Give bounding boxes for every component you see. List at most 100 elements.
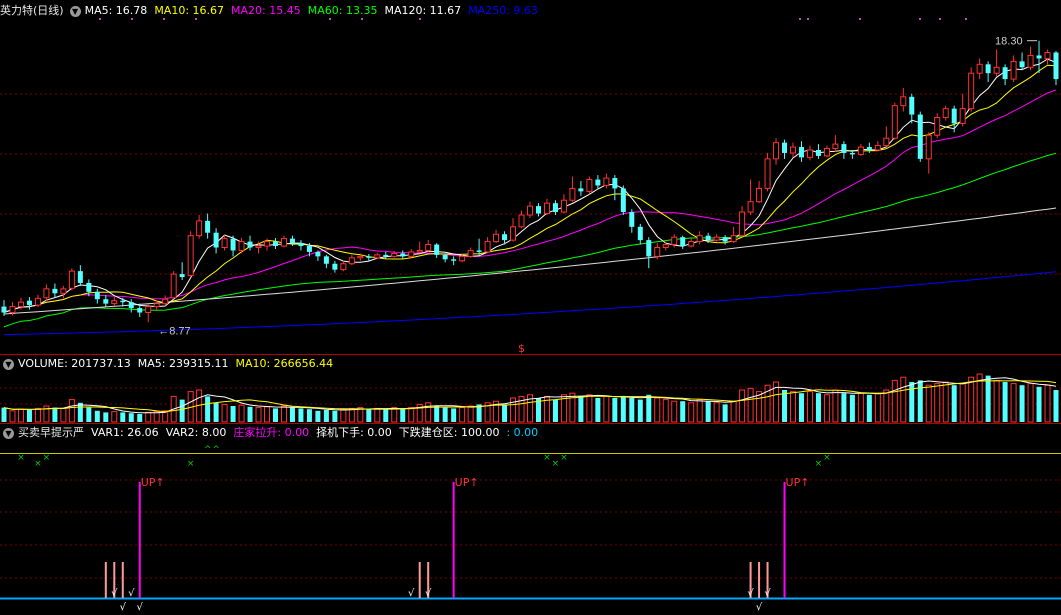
volume-bar [221,403,228,423]
candle-body [985,64,991,74]
cross-mark: × [187,459,195,469]
candle-body [603,177,610,186]
volume-bar [688,402,695,423]
chevron-down-icon[interactable]: ▼ [3,358,14,370]
volume-bar [213,402,219,422]
candle-body [722,237,728,242]
candle-body [128,302,134,309]
candle-body [86,282,92,292]
volume-legend: VOLUME: 201737.13 MA5: 239315.11 MA10: 266… [18,356,340,372]
volume-bar [459,407,466,423]
candle-body [60,288,67,294]
volume-bar [603,395,610,423]
candle-body [823,148,830,157]
volume-bar [383,409,389,422]
ma10-line [3,64,1057,313]
candle-body [434,244,440,255]
volume-bar [866,394,872,422]
candle-body [1019,61,1025,68]
top-dot-marker [859,18,861,20]
cross-mark: × [43,453,51,463]
candle-body [357,255,364,259]
volume-bar [332,410,338,422]
volume-bar [9,410,16,423]
volume-bar [747,387,754,423]
volume-bar [26,410,32,422]
wave-mark: ^ [204,445,212,455]
volume-bar [646,394,652,422]
wave-mark: ^ [212,445,220,455]
candle-body [425,244,432,251]
candle-body [798,147,804,158]
volume-bar [874,392,881,423]
candle-body [730,235,737,243]
volume-legend-item: MA10: 266656.44 [235,357,334,370]
ma60-line [3,152,1057,328]
candle-body [68,270,75,289]
volume-bar [205,396,211,422]
candle-body [213,232,219,248]
candle-body [9,306,16,314]
top-dot-marker [939,18,941,20]
indicator-legend-item: 庄家拉升: 0.00 [233,426,310,439]
volume-bar [662,399,669,423]
volume-bar [917,380,923,422]
candle-body [408,251,415,257]
candle-body [26,300,32,306]
candle-body [976,63,983,74]
volume-bar [17,408,24,423]
volume-bar [315,410,321,422]
up-signal-label: UP↑ [141,476,165,489]
candle-body [1036,55,1042,59]
candle-body [459,255,466,262]
volume-bar [502,404,508,422]
volume-bar [1053,390,1059,422]
volume-bar [806,391,813,423]
volume-bar [323,410,329,422]
volume-bar [857,392,864,423]
candle-body [510,226,517,241]
volume-bar [1044,384,1051,423]
volume-bar [993,379,1000,423]
candle-body [654,247,661,257]
candle-body [662,244,669,249]
candle-body [857,146,864,155]
volume-bar [60,407,67,423]
volume-bar [722,404,728,422]
volume-bar [832,389,839,423]
top-dot-marker [799,18,801,20]
volume-bar [77,402,83,422]
volume-bar [128,413,134,422]
volume-bar [696,399,703,423]
candle-body [451,259,457,261]
indicator-title: 买卖早提示严 [18,426,84,439]
candle-body [739,211,746,237]
volume-bar [1036,386,1042,422]
cross-mark: × [17,453,25,463]
candle-body [34,297,41,306]
candle-body [264,241,270,247]
indicator-legend: VAR1: 26.06 VAR2: 8.00 庄家拉升: 0.00 择机下手: 0.0… [91,425,545,441]
volume-bar [985,375,991,422]
candle-body [951,108,957,124]
volume-bar [255,407,262,423]
volume-bar [111,411,118,423]
volume-bar [442,407,448,422]
chevron-down-icon[interactable]: ▼ [69,5,81,17]
candle-body [43,288,50,299]
candle-body [968,72,975,110]
candle-body [612,178,618,189]
ma-legend: MA5: 16.78 MA10: 16.67 MA20: 15.45 MA60: 13… [85,3,545,19]
check-mark: √ [756,602,763,613]
chevron-down-icon[interactable]: ▼ [3,427,14,439]
high-price-label: 18.30 [995,36,1023,48]
candle-body [773,142,780,160]
check-mark: √ [747,588,754,599]
candle-body [77,271,83,283]
candle-body [629,212,635,227]
volume-bar [340,408,347,423]
volume-bar [467,405,474,423]
volume-bar [900,376,907,423]
volume-bar [637,399,643,422]
low-price-label: ←8.77 [158,325,190,337]
